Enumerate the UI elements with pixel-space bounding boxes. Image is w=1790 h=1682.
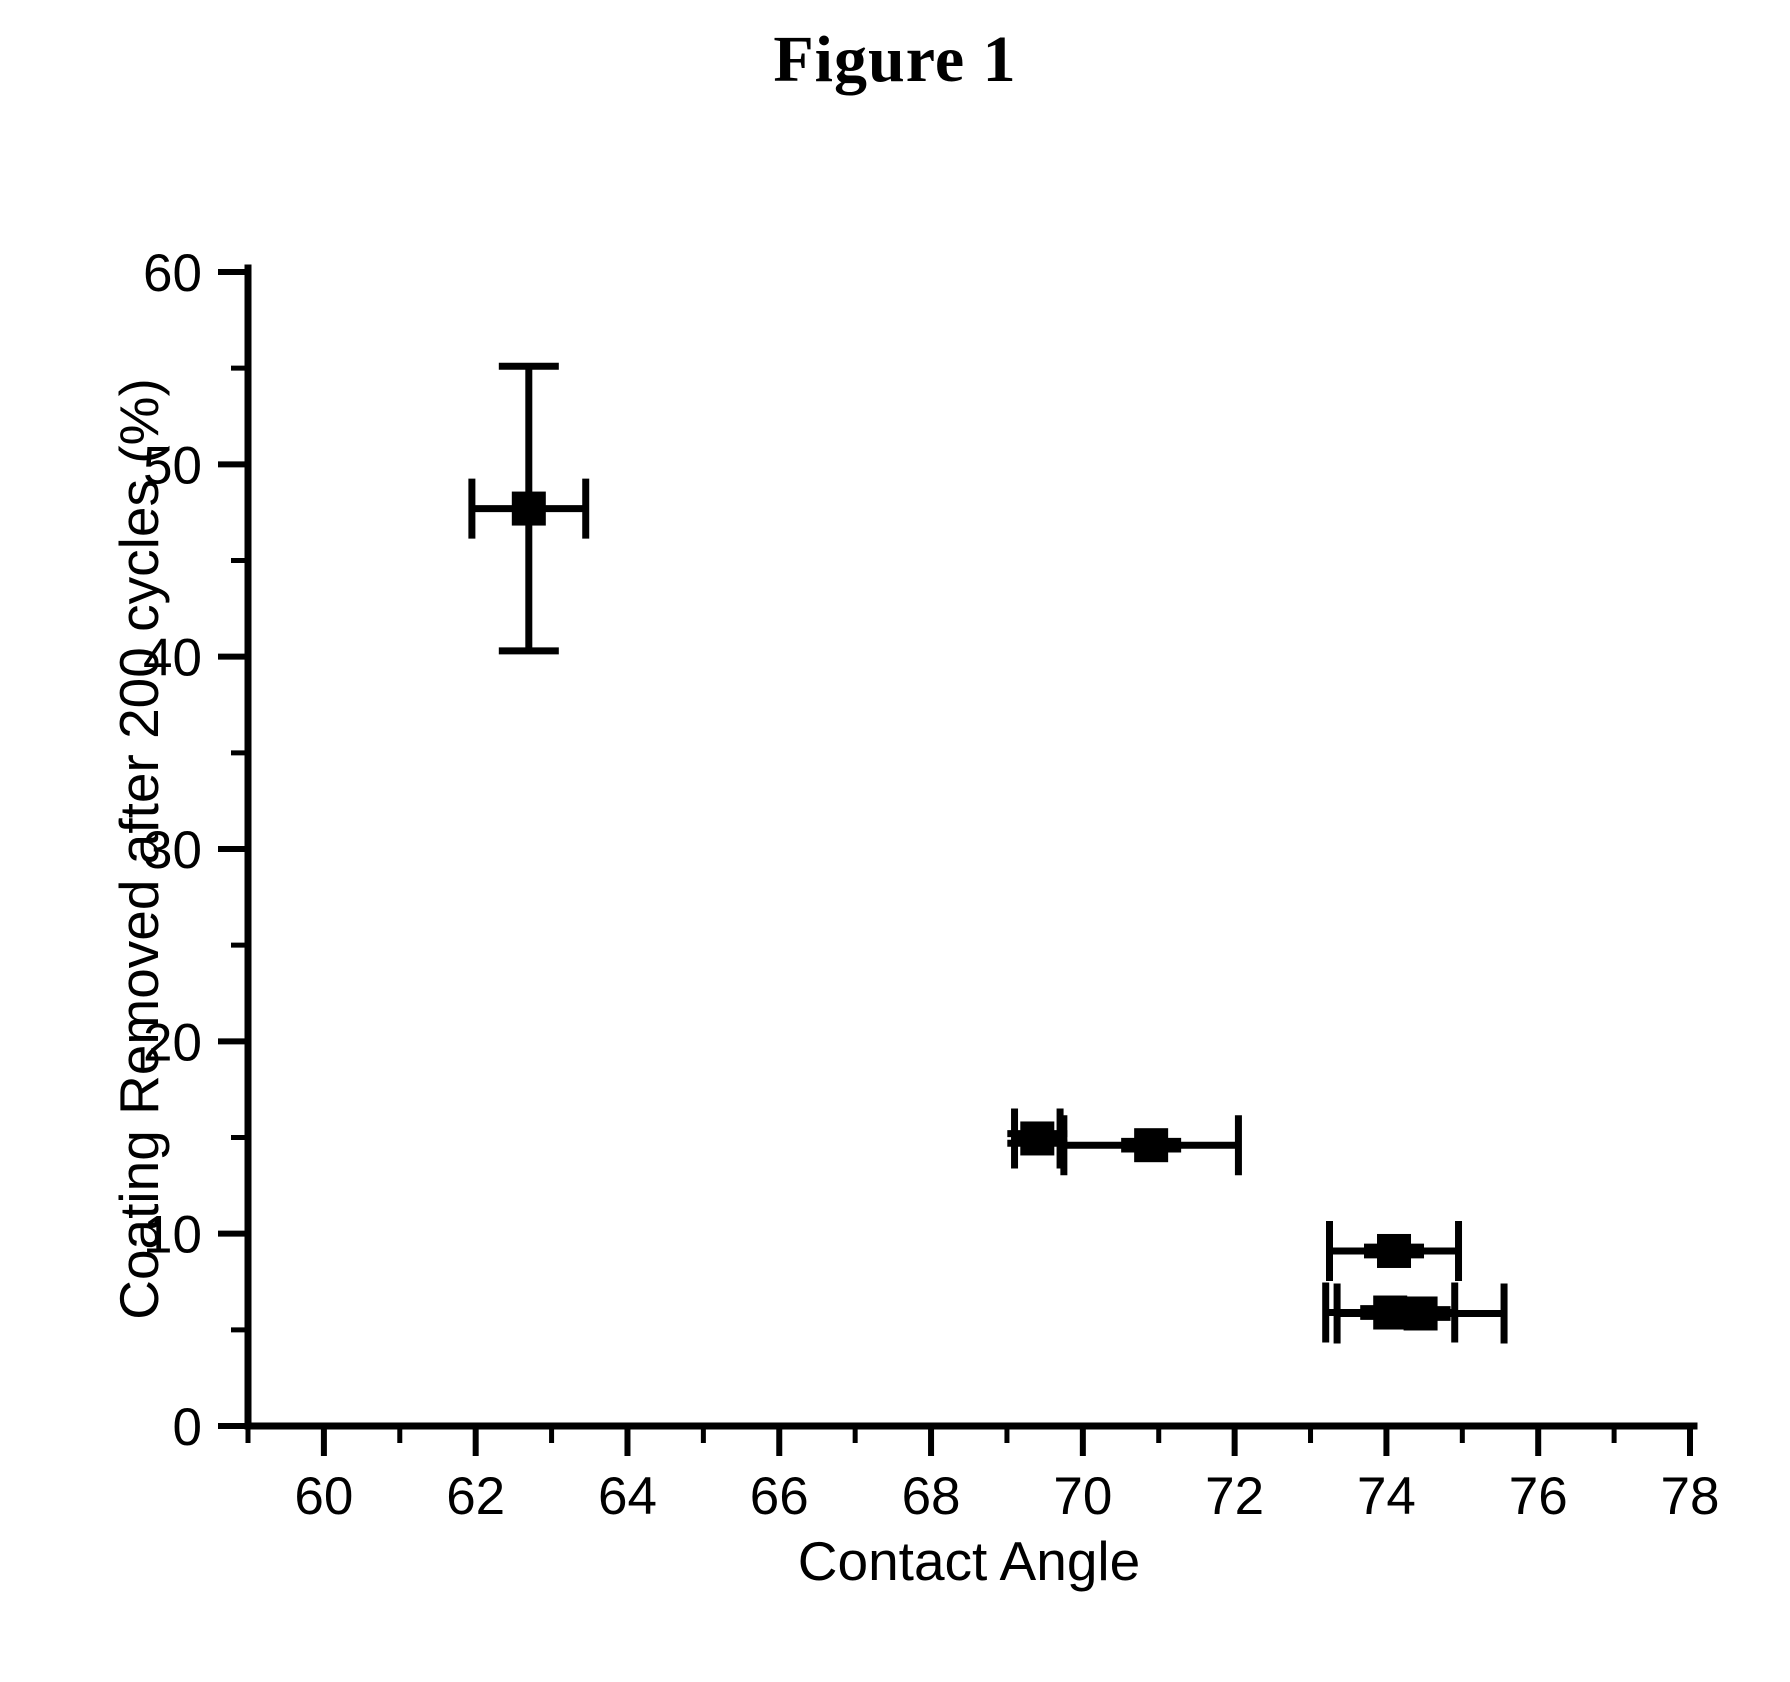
axes-layer: [218, 264, 1698, 1456]
data-layer: [468, 362, 1508, 1344]
data-marker: [511, 491, 546, 526]
y-tick-label: 0: [173, 1398, 202, 1457]
data-point: [1326, 1220, 1463, 1281]
data-marker: [1020, 1121, 1055, 1156]
x-tick-label: 72: [1205, 1467, 1264, 1526]
x-tick-label: 76: [1509, 1467, 1568, 1526]
labels-layer: 60 62 64 66 68 70 72 74 76 780102030405060Contact…: [108, 244, 1719, 1592]
x-tick-label: 60: [294, 1467, 353, 1526]
data-point: [1060, 1115, 1242, 1176]
y-tick-label: 60: [143, 244, 202, 303]
x-tick-label: 64: [598, 1467, 657, 1526]
x-tick-label: 66: [750, 1467, 809, 1526]
x-tick-label: 78: [1661, 1467, 1720, 1526]
scatter-plot: 60 62 64 66 68 70 72 74 76 780102030405060Contact…: [108, 244, 1719, 1592]
x-axis-title: Contact Angle: [798, 1530, 1140, 1592]
x-tick-label: 62: [446, 1467, 505, 1526]
x-tick-label: 74: [1357, 1467, 1416, 1526]
data-marker: [1403, 1296, 1438, 1331]
x-tick-label: 68: [902, 1467, 961, 1526]
data-point: [468, 362, 590, 655]
data-point: [1007, 1108, 1068, 1169]
data-point: [1333, 1283, 1508, 1344]
y-axis-title: Coating Removed after 200 cycles (%): [108, 378, 170, 1320]
figure-container: Figure 1 60 62 64 66 68 70 72 74 76 78 0 10 20 30 40 50…: [0, 0, 1790, 1682]
data-marker: [1134, 1128, 1169, 1163]
x-tick-label: 70: [1053, 1467, 1112, 1526]
data-marker: [1377, 1233, 1412, 1268]
